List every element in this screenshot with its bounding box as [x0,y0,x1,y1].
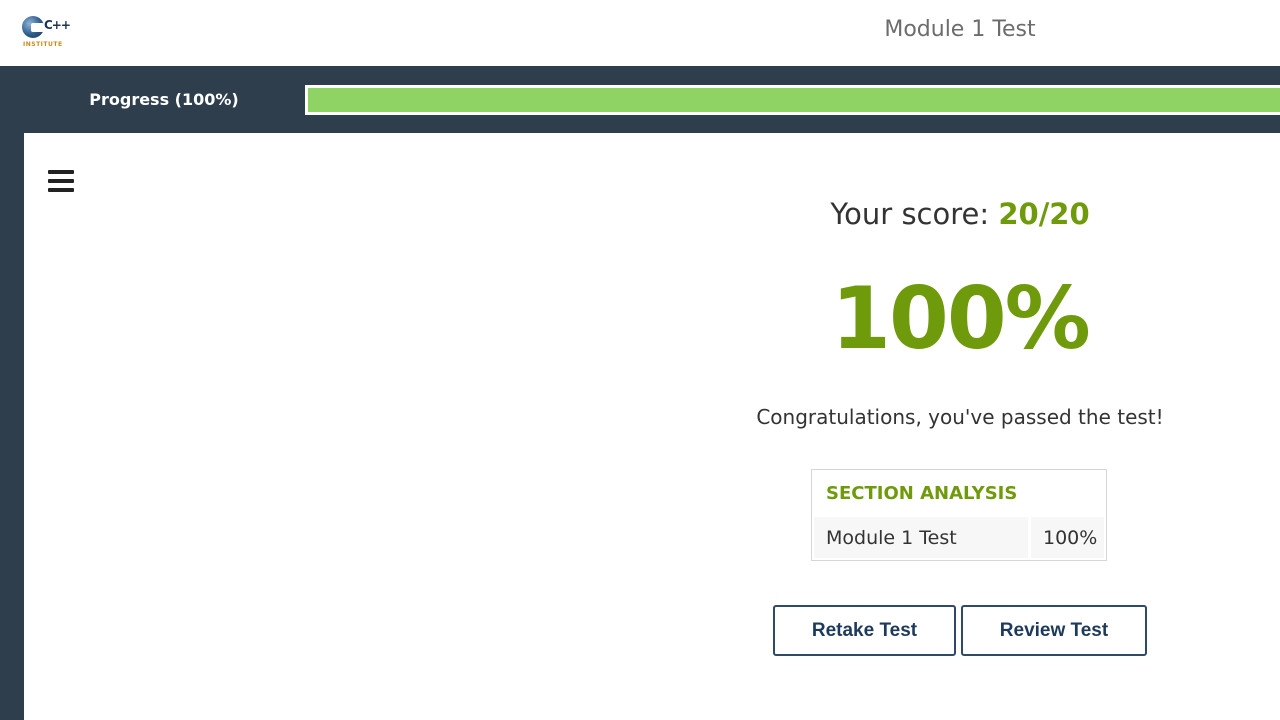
table-row: Module 1 Test 100% [814,517,1104,558]
section-analysis-header: SECTION ANALYSIS [826,483,1018,504]
progress-label: Progress (100%) [89,90,239,109]
retake-test-button[interactable]: Retake Test [773,605,956,656]
score-value: 20/20 [998,197,1090,231]
score-line: Your score: 20/20 [640,197,1280,231]
main-content: Your score: 20/20 100% Congratulations, … [24,133,1280,720]
logo-text: INSTITUTE [23,41,63,48]
logo-symbol: C++ [44,18,71,32]
page-title: Module 1 Test [884,17,1036,42]
section-analysis-table: SECTION ANALYSIS Module 1 Test 100% [811,469,1107,561]
score-percent: 100% [831,269,1091,369]
globe-icon [22,16,44,38]
hamburger-menu-icon[interactable] [48,170,74,192]
progress-band: Progress (100%) [0,66,1280,133]
left-rail [0,133,24,720]
cpp-institute-logo[interactable]: C++ INSTITUTE [20,14,71,54]
review-test-button[interactable]: Review Test [961,605,1147,656]
progress-bar-fill [308,88,1280,112]
section-name: Module 1 Test [814,517,1028,558]
section-score: 100% [1031,517,1104,558]
score-label: Your score: [830,197,990,231]
progress-bar [305,85,1280,115]
result-message: Congratulations, you've passed the test! [756,405,1164,429]
top-bar: C++ INSTITUTE Module 1 Test [0,0,1280,66]
